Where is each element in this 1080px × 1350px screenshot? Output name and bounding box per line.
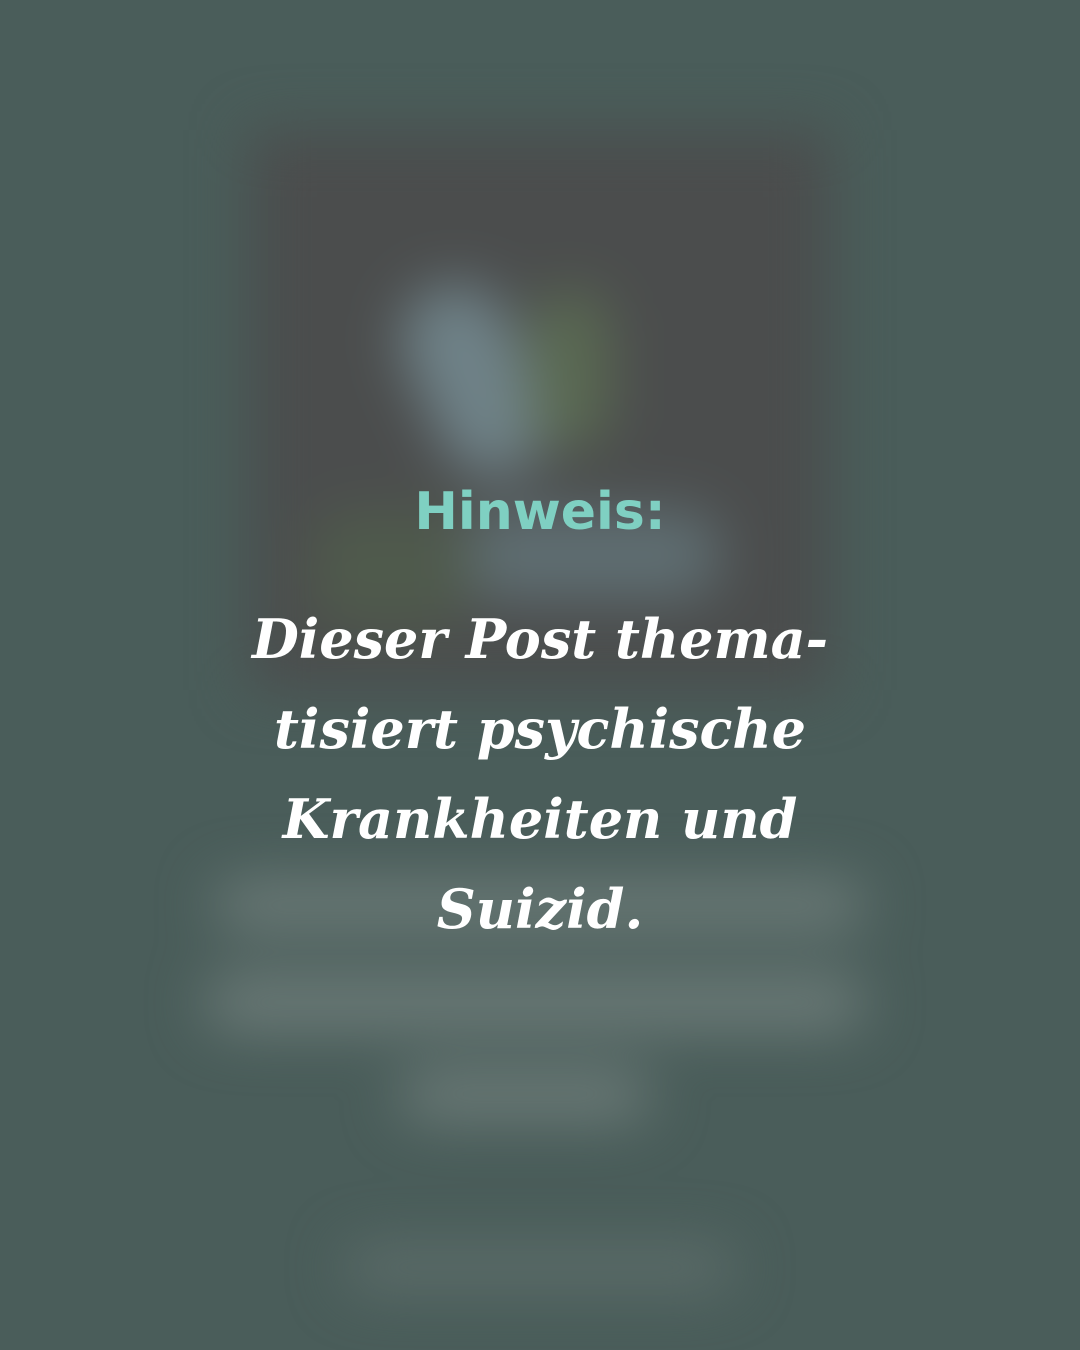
blurred-shape	[530, 290, 610, 450]
warning-line: tisiert psychische	[273, 697, 806, 761]
blurred-text-line	[400, 1070, 650, 1120]
warning-title: Hinweis:	[414, 482, 666, 542]
warning-line: Krankheiten und	[282, 787, 798, 851]
blurred-text-line	[205, 975, 865, 1030]
blurred-text-line	[345, 1245, 735, 1290]
blurred-shape	[382, 266, 568, 494]
warning-line: Suizid.	[436, 877, 644, 941]
content-warning: Hinweis: Dieser Post thema- tisiert psyc…	[0, 470, 1080, 954]
warning-line: Dieser Post thema-	[251, 607, 829, 671]
warning-message: Dieser Post thema- tisiert psychische Kr…	[240, 594, 840, 954]
